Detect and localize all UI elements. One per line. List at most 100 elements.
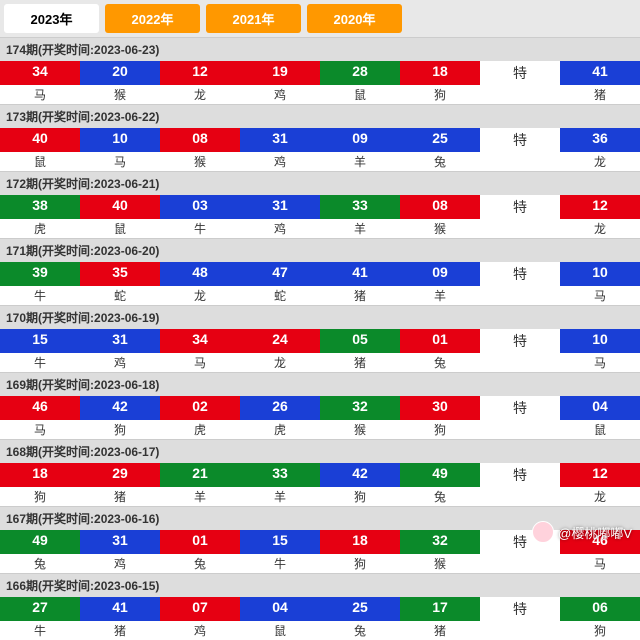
zodiac-cell: 羊: [240, 487, 320, 506]
zodiac-cell: 牛: [0, 621, 80, 640]
ball-number: 31: [80, 530, 160, 554]
zodiac-cell: 虎: [160, 420, 240, 439]
zodiac-cell: 蛇: [80, 286, 160, 305]
ball-number: 12: [560, 463, 640, 487]
zodiac-cell: 兔: [400, 353, 480, 372]
ball-number: 46: [0, 396, 80, 420]
tab-2020年[interactable]: 2020年: [307, 4, 402, 33]
ball-number: 10: [560, 262, 640, 286]
ball-number: 40: [0, 128, 80, 152]
ball-number: 09: [320, 128, 400, 152]
zodiac-cell: 马: [80, 152, 160, 171]
special-label: 特: [480, 61, 560, 85]
period-header: 168期(开奖时间:2023-06-17): [0, 440, 640, 463]
zodiac-cell: 鼠: [240, 621, 320, 640]
ball-number: 31: [80, 329, 160, 353]
zodiac-cell: 兔: [400, 487, 480, 506]
zodiac-cell: 猴: [400, 554, 480, 573]
zodiac-cell: 鸡: [160, 621, 240, 640]
zodiac-cell: 龙: [160, 85, 240, 104]
ball-number: 31: [240, 128, 320, 152]
tab-2021年[interactable]: 2021年: [206, 4, 301, 33]
ball-number: 41: [80, 597, 160, 621]
zodiac-cell: [480, 353, 560, 372]
zodiac-cell: 狗: [400, 85, 480, 104]
ball-number: 41: [560, 61, 640, 85]
ball-number: 07: [160, 597, 240, 621]
zodiac-cell: 羊: [320, 152, 400, 171]
ball-number: 15: [0, 329, 80, 353]
ball-number: 10: [560, 329, 640, 353]
zodiac-cell: [480, 152, 560, 171]
ball-number: 33: [240, 463, 320, 487]
period-list: 174期(开奖时间:2023-06-23)342012192818特41马猴龙鸡…: [0, 37, 640, 640]
zodiac-cell: 狗: [320, 487, 400, 506]
zodiac-cell: 猪: [560, 85, 640, 104]
period-header: 166期(开奖时间:2023-06-15): [0, 574, 640, 597]
zodiac-cell: 鼠: [0, 152, 80, 171]
period-header: 173期(开奖时间:2023-06-22): [0, 105, 640, 128]
period-header: 167期(开奖时间:2023-06-16): [0, 507, 640, 530]
ball-number: 30: [400, 396, 480, 420]
zodiac-cell: 牛: [160, 219, 240, 238]
ball-number: 42: [80, 396, 160, 420]
ball-number: 35: [80, 262, 160, 286]
zodiac-cell: 牛: [0, 286, 80, 305]
special-label: 特: [480, 128, 560, 152]
zodiac-cell: 羊: [320, 219, 400, 238]
zodiac-cell: 马: [0, 85, 80, 104]
ball-number: 29: [80, 463, 160, 487]
zodiac-cell: 羊: [400, 286, 480, 305]
zodiac-cell: 狗: [400, 420, 480, 439]
ball-number: 20: [80, 61, 160, 85]
zodiac-cell: 猪: [80, 487, 160, 506]
ball-number: 02: [160, 396, 240, 420]
ball-number: 26: [240, 396, 320, 420]
zodiac-cell: 狗: [80, 420, 160, 439]
zodiac-cell: [480, 286, 560, 305]
zodiac-cell: 蛇: [240, 286, 320, 305]
tab-2022年[interactable]: 2022年: [105, 4, 200, 33]
ball-number: 48: [160, 262, 240, 286]
zodiac-cell: 鸡: [240, 219, 320, 238]
zodiac-cell: 猪: [320, 286, 400, 305]
ball-number: 31: [240, 195, 320, 219]
zodiac-cell: 猴: [160, 152, 240, 171]
zodiac-cell: 龙: [240, 353, 320, 372]
zodiac-cell: 虎: [240, 420, 320, 439]
ball-number: 47: [240, 262, 320, 286]
zodiac-cell: 鼠: [80, 219, 160, 238]
ball-number: 24: [240, 329, 320, 353]
zodiac-cell: 鸡: [240, 152, 320, 171]
ball-number: 38: [0, 195, 80, 219]
ball-number: 39: [0, 262, 80, 286]
ball-number: 12: [160, 61, 240, 85]
zodiac-cell: 马: [560, 353, 640, 372]
tab-2023年[interactable]: 2023年: [4, 4, 99, 33]
period-header: 169期(开奖时间:2023-06-18): [0, 373, 640, 396]
year-tabs: 2023年2022年2021年2020年: [0, 0, 640, 37]
zodiac-cell: 猪: [80, 621, 160, 640]
zodiac-cell: 猪: [320, 353, 400, 372]
zodiac-cell: [480, 554, 560, 573]
ball-number: 25: [320, 597, 400, 621]
zodiac-cell: 马: [560, 554, 640, 573]
ball-number: 41: [320, 262, 400, 286]
ball-number: 32: [320, 396, 400, 420]
ball-number: 34: [0, 61, 80, 85]
special-label: 特: [480, 597, 560, 621]
zodiac-cell: 鸡: [80, 353, 160, 372]
zodiac-cell: 虎: [0, 219, 80, 238]
zodiac-cell: 鸡: [80, 554, 160, 573]
period-header: 172期(开奖时间:2023-06-21): [0, 172, 640, 195]
ball-number: 04: [240, 597, 320, 621]
ball-number: 21: [160, 463, 240, 487]
special-label: 特: [480, 463, 560, 487]
ball-number: 18: [0, 463, 80, 487]
zodiac-cell: 猴: [400, 219, 480, 238]
ball-number: 49: [0, 530, 80, 554]
ball-number: 03: [160, 195, 240, 219]
zodiac-cell: 兔: [0, 554, 80, 573]
ball-number: 34: [160, 329, 240, 353]
ball-number: 18: [320, 530, 400, 554]
